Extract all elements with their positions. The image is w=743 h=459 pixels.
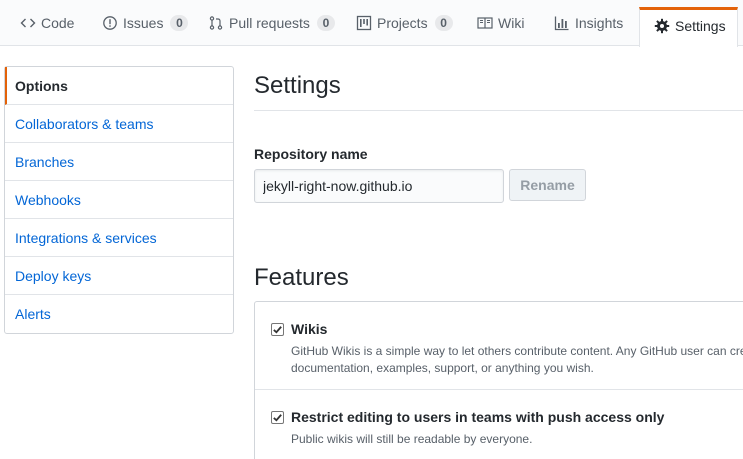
projects-count-badge: 0 — [434, 15, 453, 31]
feature-wikis: Wikis GitHub Wikis is a simple way to le… — [255, 302, 743, 390]
menu-item-integrations-services[interactable]: Integrations & services — [5, 219, 233, 257]
wikis-description-line1: GitHub Wikis is a simple way to let othe… — [291, 344, 743, 358]
pull-request-icon — [208, 15, 224, 31]
code-icon — [20, 15, 36, 31]
menu-item-deploy-keys[interactable]: Deploy keys — [5, 257, 233, 295]
tab-code-label: Code — [41, 15, 75, 31]
checkmark-icon — [273, 326, 282, 334]
wikis-title: Wikis — [291, 321, 328, 337]
rename-button[interactable]: Rename — [509, 169, 586, 201]
checkmark-icon — [273, 414, 282, 422]
menu-item-branches[interactable]: Branches — [5, 143, 233, 181]
menu-item-options[interactable]: Options — [5, 67, 233, 105]
repo-tab-nav: Code Issues 0 Pull requests 0 Projects 0 — [0, 0, 743, 47]
tab-issues-label: Issues — [123, 15, 164, 31]
tab-pull-requests-label: Pull requests — [229, 15, 310, 31]
menu-item-collaborators-teams[interactable]: Collaborators & teams — [5, 105, 233, 143]
features-heading: Features — [254, 264, 349, 291]
issues-count-badge: 0 — [170, 15, 189, 31]
tab-code[interactable]: Code — [20, 0, 74, 46]
tab-projects[interactable]: Projects 0 — [356, 0, 453, 46]
restrict-editing-title: Restrict editing to users in teams with … — [291, 409, 665, 425]
book-icon — [477, 15, 493, 31]
tab-insights[interactable]: Insights — [554, 0, 623, 46]
tab-issues[interactable]: Issues 0 — [102, 0, 189, 46]
restrict-editing-checkbox[interactable] — [271, 411, 284, 424]
tab-wiki[interactable]: Wiki — [477, 0, 524, 46]
features-box: Wikis GitHub Wikis is a simple way to le… — [254, 301, 743, 459]
menu-item-alerts[interactable]: Alerts — [5, 295, 233, 333]
wikis-checkbox[interactable] — [271, 323, 284, 336]
tab-insights-label: Insights — [575, 15, 624, 31]
restrict-editing-description: Public wikis will still be readable by e… — [291, 432, 533, 446]
project-icon — [356, 15, 372, 31]
issue-icon — [102, 15, 118, 31]
page-title: Settings — [254, 72, 341, 99]
wikis-description-line2: documentation, examples, support, or any… — [291, 361, 594, 375]
repository-name-input[interactable] — [254, 169, 504, 203]
settings-sidebar-menu: Options Collaborators & teams Branches W… — [4, 66, 234, 334]
repository-settings-page: Code Issues 0 Pull requests 0 Projects 0 — [0, 0, 743, 459]
repository-name-label: Repository name — [254, 146, 368, 162]
pull-requests-count-badge: 0 — [316, 15, 335, 31]
tab-wiki-label: Wiki — [498, 15, 525, 31]
tab-settings-label: Settings — [675, 17, 726, 34]
tab-projects-label: Projects — [377, 15, 428, 31]
tab-pull-requests[interactable]: Pull requests 0 — [208, 0, 335, 46]
graph-icon — [554, 15, 570, 31]
title-divider — [254, 110, 743, 111]
menu-item-webhooks[interactable]: Webhooks — [5, 181, 233, 219]
tab-settings[interactable]: Settings — [639, 7, 738, 47]
gear-icon — [654, 18, 670, 34]
feature-restrict-editing: Restrict editing to users in teams with … — [255, 390, 743, 459]
